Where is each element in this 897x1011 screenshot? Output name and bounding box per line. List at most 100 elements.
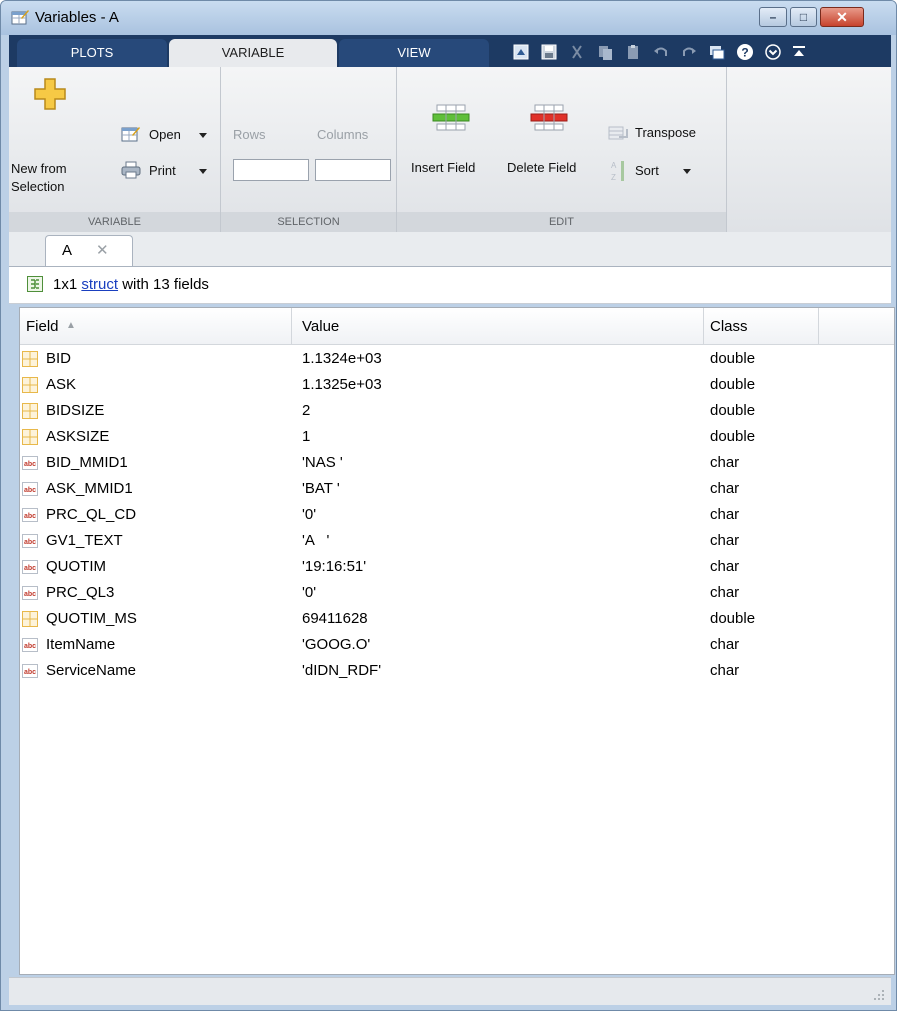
struct-field-count: with 13 fields bbox=[118, 276, 209, 293]
field-name-cell: ServiceName bbox=[46, 662, 137, 679]
struct-info-bar: 1x1 struct with 13 fields bbox=[9, 267, 891, 304]
numeric-icon bbox=[22, 377, 38, 393]
new-from-selection-label-2: Selection bbox=[11, 179, 65, 194]
value-cell: 'NAS ' bbox=[302, 454, 343, 471]
sort-label: Sort bbox=[635, 163, 659, 178]
table-row[interactable]: abc QUOTIM '19:16:51' char bbox=[20, 554, 894, 580]
sort-button[interactable]: A Z Sort bbox=[607, 159, 707, 183]
resize-grip-icon[interactable] bbox=[873, 989, 885, 1001]
minimize-toolstrip-icon[interactable] bbox=[790, 43, 808, 61]
sort-dropdown-icon bbox=[683, 169, 691, 174]
rows-input[interactable] bbox=[233, 159, 309, 181]
paste-icon[interactable] bbox=[624, 43, 642, 61]
field-name-cell: ASK_MMID1 bbox=[46, 480, 133, 497]
delete-field-button[interactable]: Delete Field bbox=[501, 103, 597, 179]
table-row[interactable]: abc GV1_TEXT 'A ' char bbox=[20, 528, 894, 554]
close-tab-icon[interactable]: ✕ bbox=[96, 241, 109, 259]
window-title: Variables - A bbox=[35, 9, 119, 26]
value-column-header[interactable]: Value bbox=[292, 308, 703, 344]
quick-access-toolbar: ? bbox=[504, 40, 886, 64]
class-cell: char bbox=[710, 506, 740, 523]
field-name-cell: BID_MMID1 bbox=[46, 454, 128, 471]
table-row[interactable]: BID 1.1324e+03 double bbox=[20, 346, 894, 372]
table-row[interactable]: abc BID_MMID1 'NAS ' char bbox=[20, 450, 894, 476]
class-cell: char bbox=[710, 532, 740, 549]
value-cell: 'dIDN_RDF' bbox=[302, 662, 382, 679]
open-button[interactable]: Open bbox=[121, 125, 216, 147]
value-cell: 1.1325e+03 bbox=[302, 376, 382, 393]
value-cell: 2 bbox=[302, 402, 311, 419]
class-cell: double bbox=[710, 402, 756, 419]
fields-table: Field ▲ Value Class BID 1.1324e+03 double A… bbox=[19, 307, 895, 975]
print-dropdown-icon bbox=[199, 169, 207, 174]
struct-link[interactable]: struct bbox=[81, 276, 118, 293]
tab-view[interactable]: VIEW bbox=[339, 39, 489, 67]
minimize-icon: – bbox=[769, 10, 777, 24]
column-divider[interactable] bbox=[818, 308, 819, 344]
variable-section-label: VARIABLE bbox=[9, 212, 220, 232]
insert-field-button[interactable]: Insert Field bbox=[405, 103, 495, 179]
table-row[interactable]: ASKSIZE 1 double bbox=[20, 424, 894, 450]
close-button[interactable]: ✕ bbox=[820, 7, 864, 27]
new-from-selection-button[interactable]: New from Selection bbox=[11, 77, 91, 202]
new-script-icon[interactable] bbox=[512, 43, 530, 61]
table-row[interactable]: abc ServiceName 'dIDN_RDF' char bbox=[20, 658, 894, 684]
variable-section: New from Selection Open Print VARIABLE bbox=[9, 67, 221, 232]
table-row[interactable]: ASK 1.1325e+03 double bbox=[20, 372, 894, 398]
variable-editor-icon bbox=[11, 10, 29, 25]
document-tab-bar: A ✕ bbox=[9, 232, 891, 267]
cut-icon[interactable] bbox=[568, 43, 586, 61]
maximize-button[interactable]: □ bbox=[790, 7, 817, 27]
value-cell: 'BAT ' bbox=[302, 480, 340, 497]
copy-icon[interactable] bbox=[596, 43, 614, 61]
svg-text:abc: abc bbox=[24, 565, 36, 572]
expand-menu-icon[interactable] bbox=[764, 43, 782, 61]
svg-text:abc: abc bbox=[24, 487, 36, 494]
value-cell: 1.1324e+03 bbox=[302, 350, 382, 367]
transpose-icon bbox=[608, 126, 628, 140]
value-header-label: Value bbox=[302, 318, 340, 335]
value-cell: '0' bbox=[302, 584, 317, 601]
undo-icon[interactable] bbox=[652, 43, 670, 61]
new-from-selection-label-1: New from bbox=[11, 161, 67, 176]
table-row[interactable]: abc PRC_QL_CD '0' char bbox=[20, 502, 894, 528]
field-column-header[interactable]: Field ▲ bbox=[20, 308, 291, 344]
table-row[interactable]: BIDSIZE 2 double bbox=[20, 398, 894, 424]
table-row[interactable]: abc PRC_QL3 '0' char bbox=[20, 580, 894, 606]
svg-text:abc: abc bbox=[24, 461, 36, 468]
help-icon[interactable]: ? bbox=[736, 43, 754, 61]
field-header-label: Field bbox=[26, 318, 59, 335]
char-icon: abc bbox=[22, 638, 38, 652]
char-icon: abc bbox=[22, 508, 38, 522]
char-icon: abc bbox=[22, 560, 38, 574]
field-name-cell: PRC_QL_CD bbox=[46, 506, 137, 523]
minimize-button[interactable]: – bbox=[759, 7, 787, 27]
table-row[interactable]: abc ItemName 'GOOG.O' char bbox=[20, 632, 894, 658]
edit-section: Insert Field Delete Field Transpose A Z … bbox=[397, 67, 727, 232]
value-cell: 1 bbox=[302, 428, 311, 445]
title-bar[interactable]: Variables - A – □ ✕ bbox=[1, 1, 896, 35]
struct-size: 1x1 bbox=[53, 276, 82, 293]
transpose-button[interactable]: Transpose bbox=[607, 123, 719, 145]
class-column-header[interactable]: Class bbox=[704, 308, 818, 344]
open-label: Open bbox=[149, 127, 181, 142]
status-bar bbox=[9, 977, 891, 1005]
class-cell: double bbox=[710, 428, 756, 445]
svg-text:abc: abc bbox=[24, 591, 36, 598]
class-cell: double bbox=[710, 610, 756, 627]
tab-plots[interactable]: PLOTS bbox=[17, 39, 167, 67]
columns-input[interactable] bbox=[315, 159, 391, 181]
tab-variable[interactable]: VARIABLE bbox=[169, 39, 337, 67]
save-icon[interactable] bbox=[540, 43, 558, 61]
class-cell: char bbox=[710, 480, 740, 497]
insert-field-label: Insert Field bbox=[411, 160, 476, 175]
print-button[interactable]: Print bbox=[121, 161, 216, 183]
table-row[interactable]: QUOTIM_MS 69411628 double bbox=[20, 606, 894, 632]
switch-windows-icon[interactable] bbox=[708, 43, 726, 61]
field-name-cell: ASKSIZE bbox=[46, 428, 110, 445]
close-icon: ✕ bbox=[836, 9, 848, 25]
redo-icon[interactable] bbox=[680, 43, 698, 61]
insert-field-icon bbox=[432, 104, 470, 131]
tab-variable-a[interactable]: A ✕ bbox=[45, 235, 133, 266]
table-row[interactable]: abc ASK_MMID1 'BAT ' char bbox=[20, 476, 894, 502]
